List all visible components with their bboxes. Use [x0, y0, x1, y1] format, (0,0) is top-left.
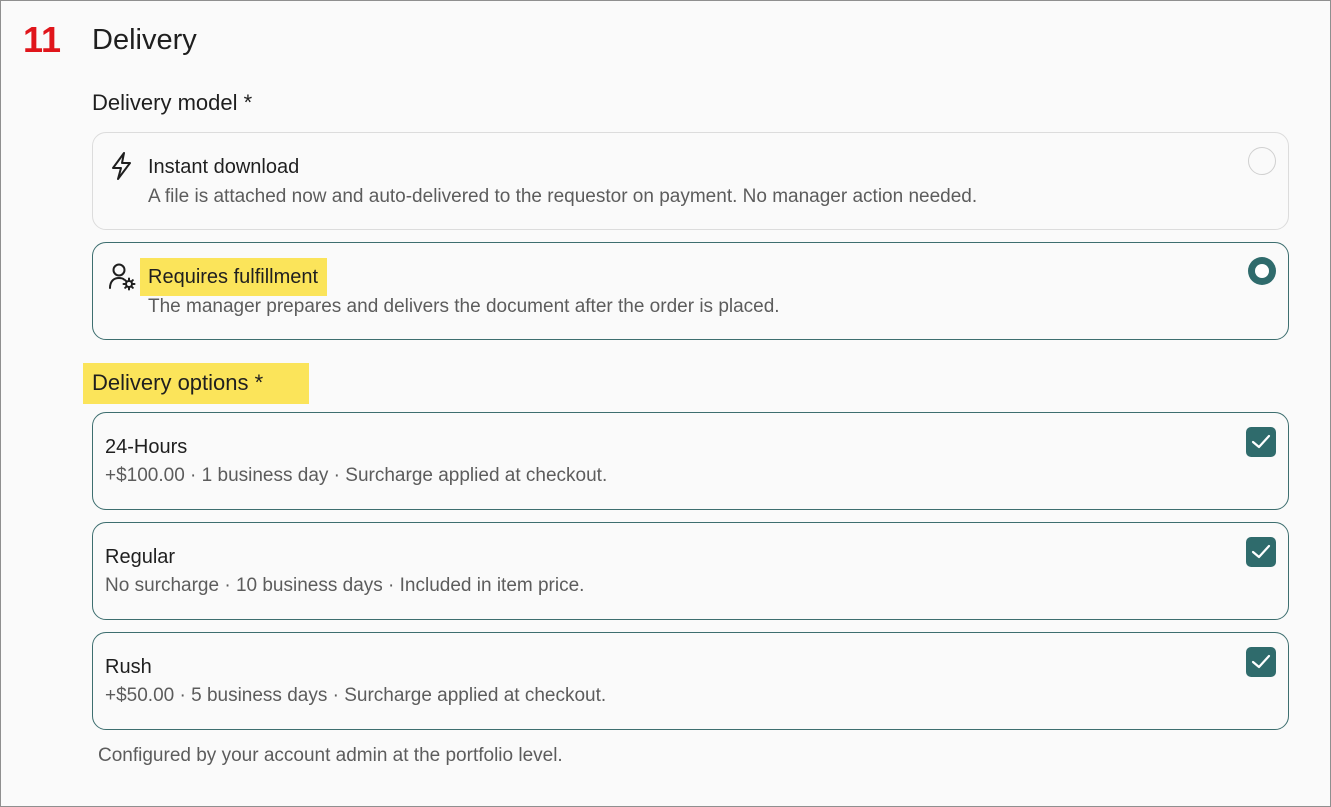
option-description: No surcharge · 10 business days · Includ…	[105, 575, 585, 596]
option-description: A file is attached now and auto-delivere…	[148, 186, 978, 207]
delivery-option-regular[interactable]: Regular No surcharge · 10 business days …	[92, 522, 1289, 620]
delivery-option-24-hours[interactable]: 24-Hours +$100.00 · 1 business day · Sur…	[92, 412, 1289, 510]
radio-button-unselected[interactable]	[1248, 147, 1276, 175]
option-description: The manager prepares and delivers the do…	[148, 296, 780, 317]
checkmark-icon	[1251, 544, 1271, 559]
delivery-model-option-requires-fulfillment[interactable]: Requires fulfillment The manager prepare…	[92, 242, 1289, 340]
checkbox-checked[interactable]	[1246, 427, 1276, 457]
section-title: Delivery	[92, 24, 197, 56]
option-title: Regular	[105, 546, 176, 568]
delivery-model-label: Delivery model *	[92, 90, 253, 115]
option-title: Instant download	[148, 156, 300, 178]
option-title: 24-Hours	[105, 436, 188, 458]
step-number: 11	[23, 19, 62, 60]
option-title: Rush	[105, 656, 152, 678]
option-description: +$100.00 · 1 business day · Surcharge ap…	[105, 465, 608, 486]
checkmark-icon	[1251, 434, 1271, 449]
lightning-bolt-icon	[108, 151, 136, 181]
radio-button-selected[interactable]	[1248, 257, 1276, 285]
user-gear-icon	[108, 261, 136, 291]
option-description: +$50.00 · 5 business days · Surcharge ap…	[105, 685, 607, 706]
checkbox-checked[interactable]	[1246, 537, 1276, 567]
delivery-model-option-instant-download[interactable]: Instant download A file is attached now …	[92, 132, 1289, 230]
option-title: Requires fulfillment	[140, 258, 328, 296]
checkbox-checked[interactable]	[1246, 647, 1276, 677]
checkmark-icon	[1251, 654, 1271, 669]
delivery-options-label: Delivery options *	[83, 363, 309, 404]
delivery-option-rush[interactable]: Rush +$50.00 · 5 business days · Surchar…	[92, 632, 1289, 730]
delivery-options-footnote: Configured by your account admin at the …	[98, 745, 563, 766]
